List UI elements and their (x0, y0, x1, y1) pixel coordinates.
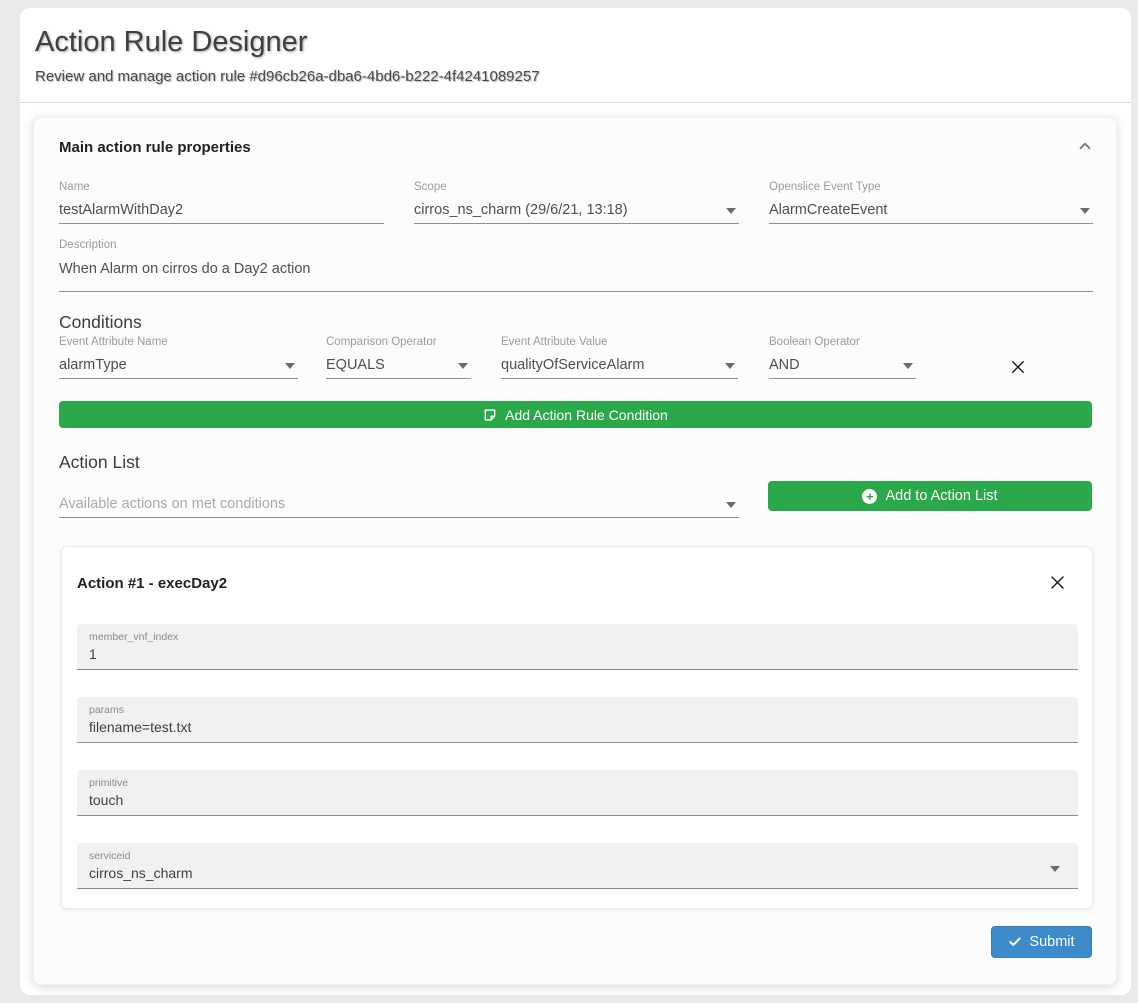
dropdown-arrow-icon[interactable] (458, 363, 468, 369)
primitive-value: touch (89, 792, 1066, 808)
event-type-value: AlarmCreateEvent (769, 202, 887, 218)
name-value: testAlarmWithDay2 (59, 202, 183, 218)
action-list-section-title: Action List (59, 452, 140, 473)
conditions-section-title: Conditions (59, 312, 142, 333)
params-label: params (89, 704, 1066, 716)
event-attribute-value-select[interactable]: Event Attribute Value qualityOfServiceAl… (501, 336, 738, 379)
submit-label: Submit (1029, 934, 1074, 950)
remove-condition-button[interactable] (1009, 358, 1027, 376)
plus-circle-icon: + (862, 489, 877, 504)
action-field-params[interactable]: params filename=test.txt (77, 697, 1078, 743)
primitive-label: primitive (89, 777, 1066, 789)
dropdown-arrow-icon[interactable] (285, 363, 295, 369)
submit-button[interactable]: Submit (991, 926, 1092, 958)
serviceid-value: cirros_ns_charm (89, 865, 1066, 881)
name-input[interactable]: Name testAlarmWithDay2 (59, 181, 384, 224)
params-value: filename=test.txt (89, 719, 1066, 735)
event-attribute-name-value: alarmType (59, 357, 127, 373)
page-card: Action Rule Designer Review and manage a… (20, 8, 1131, 995)
action-field-serviceid[interactable]: serviceid cirros_ns_charm (77, 843, 1078, 889)
action-card-title: Action #1 - execDay2 (77, 575, 227, 592)
properties-section-title: Main action rule properties (59, 139, 251, 156)
dropdown-arrow-icon[interactable] (726, 502, 736, 508)
close-icon (1048, 580, 1067, 595)
page-header: Action Rule Designer Review and manage a… (20, 8, 1131, 103)
event-attribute-value-value: qualityOfServiceAlarm (501, 357, 644, 373)
event-attribute-name-label: Event Attribute Name (59, 336, 168, 348)
add-condition-label: Add Action Rule Condition (505, 407, 668, 423)
page-title: Action Rule Designer (35, 26, 307, 59)
member-vnf-index-value: 1 (89, 646, 1066, 662)
scope-select[interactable]: Scope cirros_ns_charm (29/6/21, 13:18) (414, 181, 739, 224)
description-value: When Alarm on cirros do a Day2 action (59, 261, 310, 277)
event-attribute-value-label: Event Attribute Value (501, 336, 608, 348)
remove-action-button[interactable] (1048, 573, 1067, 592)
rule-designer-card: Main action rule properties Name testAla… (33, 117, 1117, 985)
comparison-operator-value: EQUALS (326, 357, 385, 373)
dropdown-arrow-icon[interactable] (903, 363, 913, 369)
comparison-operator-label: Comparison Operator (326, 336, 437, 348)
action-card: Action #1 - execDay2 member_vnf_index 1 … (61, 546, 1093, 909)
available-actions-select[interactable]: Available actions on met conditions (59, 479, 739, 518)
note-icon (483, 408, 497, 422)
comparison-operator-select[interactable]: Comparison Operator EQUALS (326, 336, 471, 379)
add-condition-button[interactable]: Add Action Rule Condition (59, 401, 1092, 428)
dropdown-arrow-icon[interactable] (725, 363, 735, 369)
page-subtitle: Review and manage action rule #d96cb26a-… (35, 68, 540, 85)
scope-value: cirros_ns_charm (29/6/21, 13:18) (414, 202, 628, 218)
add-to-action-list-label: Add to Action List (885, 488, 997, 504)
event-attribute-name-select[interactable]: Event Attribute Name alarmType (59, 336, 298, 379)
scope-label: Scope (414, 181, 447, 193)
description-label: Description (59, 239, 117, 251)
check-icon (1008, 935, 1022, 949)
add-to-action-list-button[interactable]: + Add to Action List (768, 481, 1092, 511)
action-field-member-vnf-index[interactable]: member_vnf_index 1 (77, 624, 1078, 670)
event-type-select[interactable]: Openslice Event Type AlarmCreateEvent (769, 181, 1093, 224)
dropdown-arrow-icon[interactable] (726, 208, 736, 214)
serviceid-label: serviceid (89, 850, 1066, 862)
action-field-primitive[interactable]: primitive touch (77, 770, 1078, 816)
boolean-operator-label: Boolean Operator (769, 336, 860, 348)
event-type-label: Openslice Event Type (769, 181, 881, 193)
available-actions-placeholder: Available actions on met conditions (59, 496, 285, 512)
dropdown-arrow-icon[interactable] (1050, 866, 1060, 872)
member-vnf-index-label: member_vnf_index (89, 631, 1066, 643)
name-label: Name (59, 181, 90, 193)
boolean-operator-select[interactable]: Boolean Operator AND (769, 336, 916, 379)
close-icon (1009, 364, 1027, 379)
chevron-up-icon (1076, 143, 1094, 158)
boolean-operator-value: AND (769, 357, 800, 373)
collapse-section-button[interactable] (1074, 136, 1096, 158)
description-input[interactable]: Description When Alarm on cirros do a Da… (59, 239, 1093, 292)
dropdown-arrow-icon[interactable] (1080, 208, 1090, 214)
